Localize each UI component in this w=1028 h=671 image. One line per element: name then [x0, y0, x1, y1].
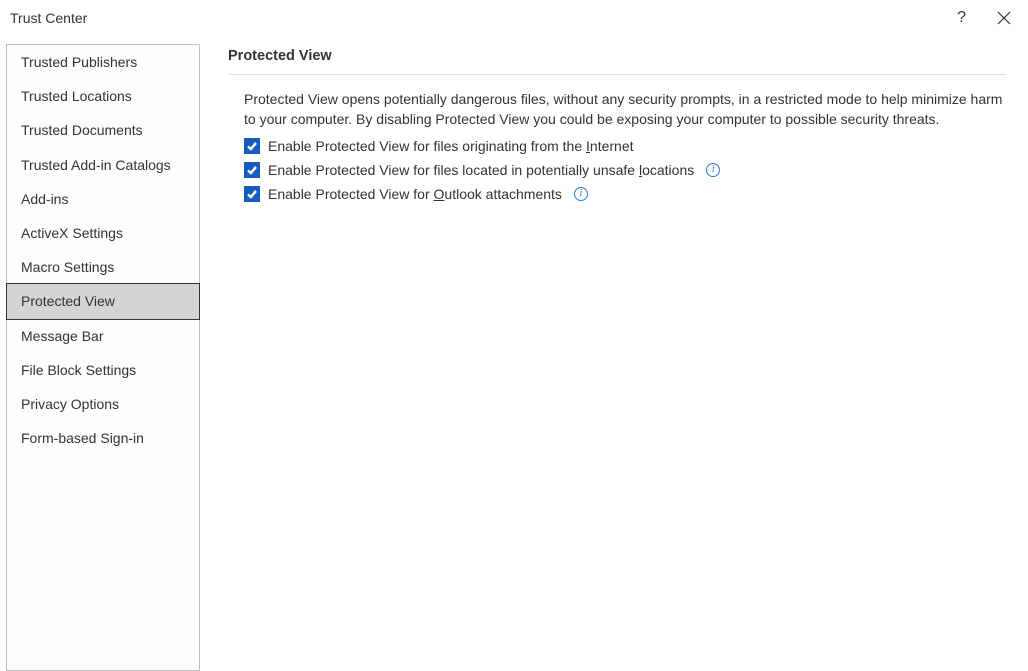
- titlebar-controls: ?: [957, 8, 1014, 28]
- option-row: Enable Protected View for files located …: [244, 162, 1006, 178]
- checkbox-list: Enable Protected View for files originat…: [228, 138, 1006, 202]
- section-description: Protected View opens potentially dangero…: [228, 89, 1006, 130]
- sidebar-item-activex-settings[interactable]: ActiveX Settings: [7, 216, 199, 250]
- label-text-pre: Enable Protected View for: [268, 186, 434, 202]
- sidebar-item-label: ActiveX Settings: [21, 225, 123, 241]
- checkbox[interactable]: [244, 138, 260, 154]
- sidebar-item-protected-view[interactable]: Protected View: [6, 283, 200, 319]
- sidebar-item-label: Message Bar: [21, 328, 103, 344]
- label-text-pre: Enable Protected View for files located …: [268, 162, 639, 178]
- checkbox-label[interactable]: Enable Protected View for Outlook attach…: [268, 186, 562, 202]
- sidebar-item-label: Trusted Documents: [21, 122, 143, 138]
- content-panel: Protected View Protected View opens pote…: [200, 44, 1016, 671]
- sidebar-item-label: Privacy Options: [21, 396, 119, 412]
- sidebar-item-label: Trusted Locations: [21, 88, 132, 104]
- checkbox-label[interactable]: Enable Protected View for files located …: [268, 162, 694, 178]
- sidebar-item-label: Trusted Publishers: [21, 54, 137, 70]
- sidebar-item-add-ins[interactable]: Add-ins: [7, 182, 199, 216]
- sidebar-item-macro-settings[interactable]: Macro Settings: [7, 250, 199, 284]
- checkbox[interactable]: [244, 186, 260, 202]
- sidebar-item-label: Trusted Add-in Catalogs: [21, 157, 171, 173]
- close-icon[interactable]: [994, 8, 1014, 28]
- info-icon[interactable]: i: [574, 187, 588, 201]
- option-row: Enable Protected View for files originat…: [244, 138, 1006, 154]
- label-accelerator: O: [434, 186, 445, 202]
- sidebar-item-privacy-options[interactable]: Privacy Options: [7, 387, 199, 421]
- sidebar-item-trusted-add-in-catalogs[interactable]: Trusted Add-in Catalogs: [7, 148, 199, 182]
- sidebar-item-label: File Block Settings: [21, 362, 136, 378]
- window-title: Trust Center: [10, 10, 87, 26]
- section-title: Protected View: [228, 48, 1006, 75]
- label-text-post: nternet: [590, 138, 634, 154]
- main-area: Trusted Publishers Trusted Locations Trust…: [0, 34, 1028, 671]
- option-row: Enable Protected View for Outlook attach…: [244, 186, 1006, 202]
- sidebar-item-label: Protected View: [21, 293, 115, 309]
- sidebar: Trusted Publishers Trusted Locations Trust…: [6, 44, 200, 671]
- info-icon[interactable]: i: [706, 163, 720, 177]
- sidebar-item-trusted-publishers[interactable]: Trusted Publishers: [7, 45, 199, 79]
- sidebar-item-file-block-settings[interactable]: File Block Settings: [7, 353, 199, 387]
- label-text-pre: Enable Protected View for files originat…: [268, 138, 586, 154]
- sidebar-item-label: Add-ins: [21, 191, 68, 207]
- sidebar-item-form-based-sign-in[interactable]: Form-based Sign-in: [7, 421, 199, 455]
- sidebar-item-trusted-documents[interactable]: Trusted Documents: [7, 113, 199, 147]
- sidebar-item-message-bar[interactable]: Message Bar: [7, 319, 199, 353]
- checkbox-label[interactable]: Enable Protected View for files originat…: [268, 138, 634, 154]
- label-text-post: ocations: [642, 162, 694, 178]
- checkbox[interactable]: [244, 162, 260, 178]
- sidebar-item-label: Macro Settings: [21, 259, 114, 275]
- titlebar: Trust Center ?: [0, 0, 1028, 34]
- help-icon[interactable]: ?: [957, 9, 966, 27]
- sidebar-item-label: Form-based Sign-in: [21, 430, 144, 446]
- sidebar-item-trusted-locations[interactable]: Trusted Locations: [7, 79, 199, 113]
- label-text-post: utlook attachments: [444, 186, 562, 202]
